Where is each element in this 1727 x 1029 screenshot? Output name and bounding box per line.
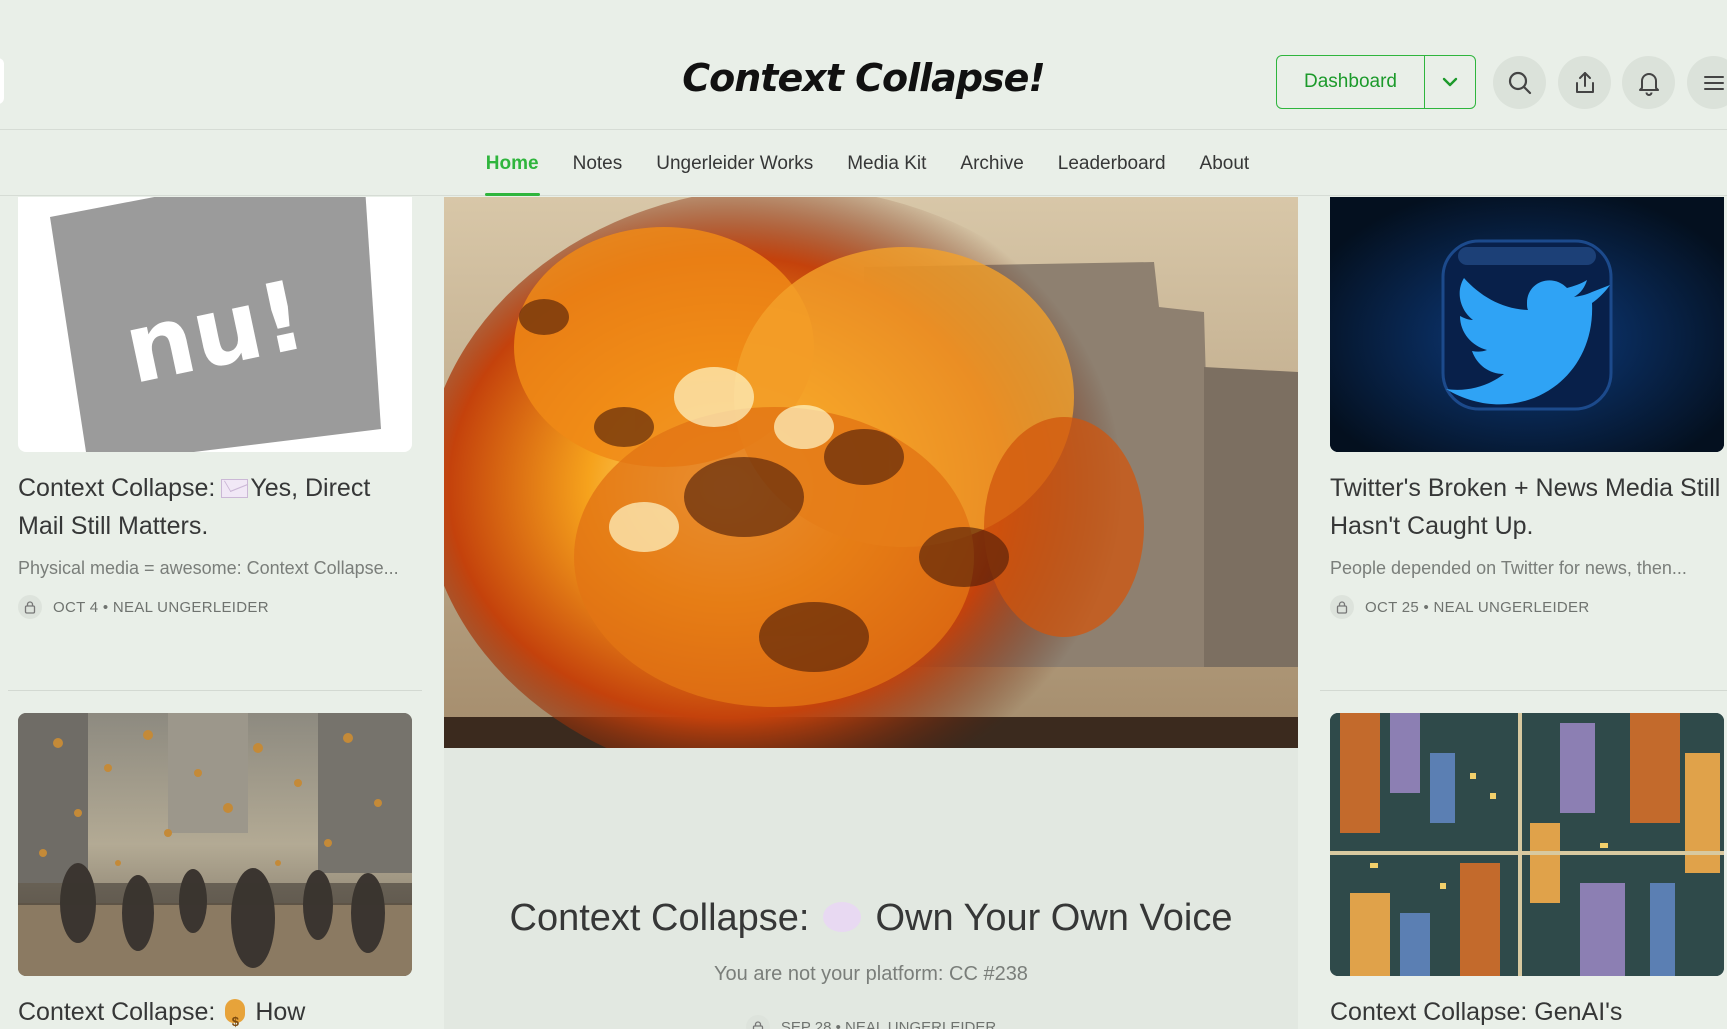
card-divider <box>1320 690 1727 691</box>
nav-item-home[interactable]: Home <box>484 131 540 196</box>
bell-icon <box>1638 72 1659 96</box>
post-title-crowd[interactable]: Context Collapse: How <box>18 993 418 1029</box>
nav-item-archive[interactable]: Archive <box>959 131 1024 196</box>
envelope-icon <box>221 479 249 498</box>
menu-button[interactable] <box>1687 56 1727 109</box>
post-title-prefix: Context Collapse: <box>18 474 216 502</box>
post-title-prefix: Context Collapse: <box>509 897 810 939</box>
featured-post-subtitle[interactable]: You are not your platform: CC #238 <box>444 963 1298 986</box>
featured-post-meta: SEP 28 • NEAL UNGERLEIDER <box>444 1015 1298 1029</box>
post-thumbnail-crowd[interactable] <box>18 713 412 976</box>
search-icon <box>1508 71 1531 94</box>
post-thumbnail-twitter[interactable] <box>1330 197 1724 452</box>
post-title-direct-mail[interactable]: Context Collapse: Yes, Direct Mail Still … <box>18 469 418 545</box>
thought-bubble-icon <box>823 902 862 932</box>
nu-logo-image: nu! <box>50 197 381 452</box>
chevron-down-icon <box>1442 77 1458 87</box>
post-title-line2: Mail Still Matters. <box>18 512 209 540</box>
nav-item-ungerleider-works[interactable]: Ungerleider Works <box>655 131 814 196</box>
search-button[interactable] <box>1493 56 1546 109</box>
post-title-line1: Twitter's Broken + News Media Still <box>1330 474 1721 502</box>
post-meta-direct-mail: OCT 4 • NEAL UNGERLEIDER <box>18 595 269 619</box>
post-title-line2: Hasn't Caught Up. <box>1330 512 1534 540</box>
crowd-money-illustration <box>18 713 412 976</box>
post-meta-twitter: OCT 25 • NEAL UNGERLEIDER <box>1330 595 1589 619</box>
lock-icon <box>1330 595 1354 619</box>
post-title-rest: How <box>255 998 306 1026</box>
money-bag-icon <box>225 999 246 1029</box>
post-title-rest: Yes, Direct <box>250 474 371 502</box>
dashboard-button-group: Dashboard <box>1276 55 1476 109</box>
twitter-logo-image <box>1330 197 1724 452</box>
main-nav: Home Notes Ungerleider Works Media Kit A… <box>0 131 1727 196</box>
menu-icon <box>1703 75 1724 90</box>
share-icon <box>1575 71 1594 93</box>
dashboard-button[interactable]: Dashboard <box>1277 56 1424 108</box>
post-title-genai[interactable]: Context Collapse: GenAI's <box>1330 993 1727 1029</box>
dashboard-dropdown-button[interactable] <box>1424 56 1475 108</box>
post-meta-text: OCT 4 • NEAL UNGERLEIDER <box>53 598 269 616</box>
site-header: Context Collapse! Dashboard <box>0 0 1727 130</box>
lock-icon <box>18 595 42 619</box>
pixel-city-illustration <box>1330 713 1724 976</box>
featured-post-title[interactable]: Context Collapse: Own Your Own Voice <box>444 897 1298 940</box>
post-thumbnail-genai[interactable] <box>1330 713 1724 976</box>
post-title-twitter[interactable]: Twitter's Broken + News Media Still Hasn… <box>1330 469 1727 545</box>
lock-icon <box>745 1015 770 1029</box>
nav-item-about[interactable]: About <box>1199 131 1251 196</box>
post-subtitle-twitter[interactable]: People depended on Twitter for news, the… <box>1330 558 1687 579</box>
share-button[interactable] <box>1558 56 1611 109</box>
post-title-prefix: Context Collapse: <box>18 998 216 1026</box>
post-title-rest: Own Your Own Voice <box>875 897 1233 939</box>
explosion-image <box>444 197 1298 748</box>
post-subtitle-direct-mail[interactable]: Physical media = awesome: Context Collap… <box>18 558 399 579</box>
post-meta-text: SEP 28 • NEAL UNGERLEIDER <box>780 1018 997 1029</box>
post-thumbnail-direct-mail[interactable]: nu! <box>18 197 412 452</box>
post-meta-text: OCT 25 • NEAL UNGERLEIDER <box>1365 598 1590 616</box>
nav-item-media-kit[interactable]: Media Kit <box>846 131 927 196</box>
notifications-button[interactable] <box>1622 56 1675 109</box>
nav-item-leaderboard[interactable]: Leaderboard <box>1057 131 1167 196</box>
nav-item-notes[interactable]: Notes <box>572 131 624 196</box>
featured-post-image[interactable] <box>444 197 1298 748</box>
card-divider <box>8 690 422 691</box>
